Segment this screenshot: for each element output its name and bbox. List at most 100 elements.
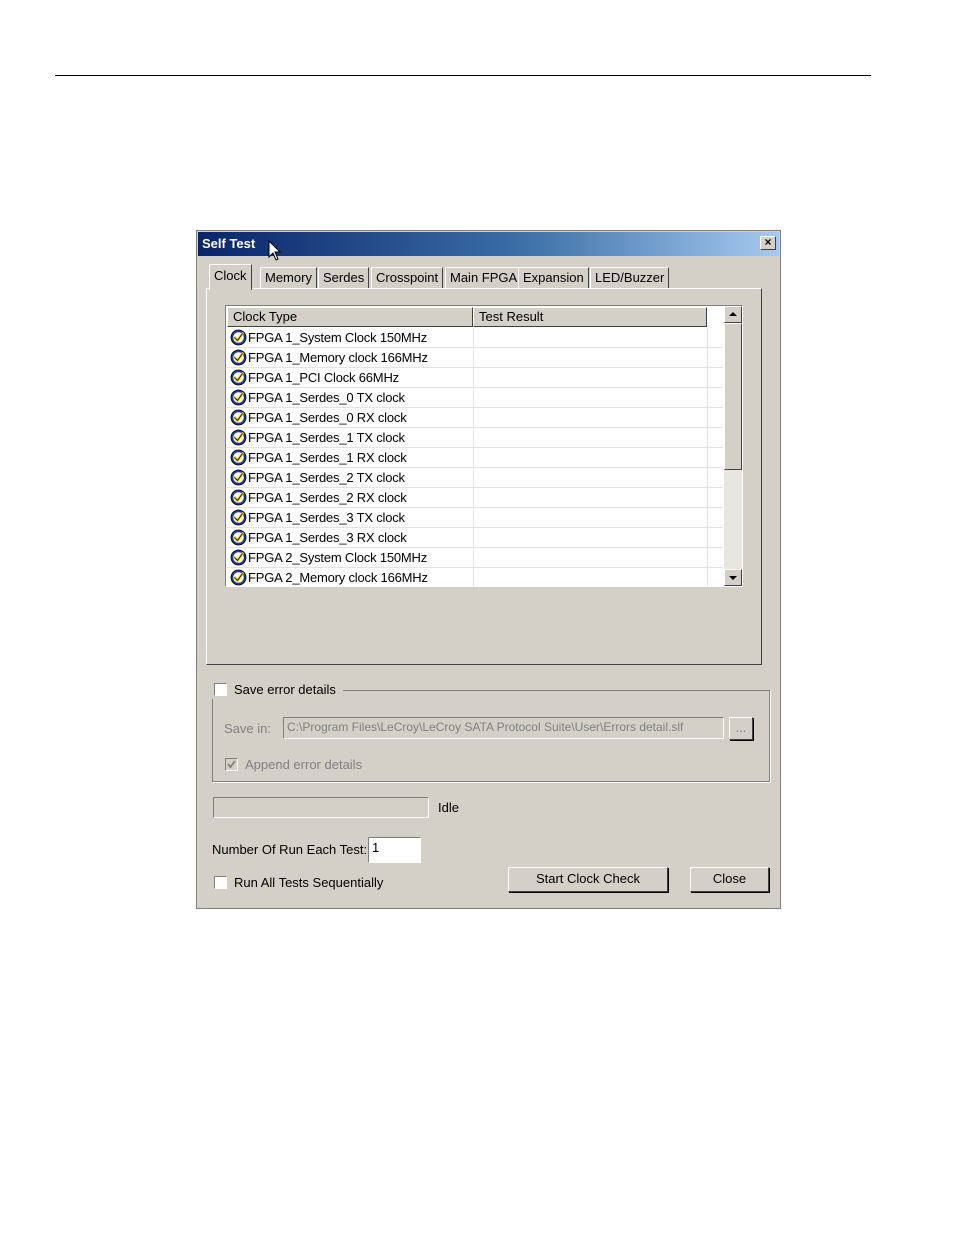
list-item[interactable]: FPGA 1_PCI Clock 66MHz	[227, 368, 723, 388]
tab-led-buzzer[interactable]: LED/Buzzer	[590, 267, 670, 289]
clock-type-label: FPGA 2_System Clock 150MHz	[248, 550, 428, 565]
start-clock-check-button[interactable]: Start Clock Check	[508, 867, 668, 892]
check-badge-icon	[230, 549, 247, 566]
check-badge-icon	[230, 509, 247, 526]
tab-crosspoint[interactable]: Crosspoint	[371, 267, 444, 289]
browse-button[interactable]: ...	[729, 717, 753, 740]
clock-type-cell: FPGA 1_Serdes_3 TX clock	[227, 508, 474, 527]
check-badge-icon	[230, 409, 247, 426]
clock-type-cell: FPGA 1_Serdes_0 RX clock	[227, 408, 474, 427]
check-badge-icon	[230, 469, 247, 486]
clock-type-label: FPGA 1_Serdes_1 RX clock	[248, 450, 407, 465]
mouse-cursor-icon	[268, 240, 282, 261]
check-badge-icon	[230, 369, 247, 386]
list-item[interactable]: FPGA 1_Serdes_0 TX clock	[227, 388, 723, 408]
list-item[interactable]: FPGA 1_Memory clock 166MHz	[227, 348, 723, 368]
list-rows: FPGA 1_System Clock 150MHz FPGA 1_Memory …	[227, 328, 723, 586]
clock-type-cell: FPGA 1_Serdes_1 RX clock	[227, 448, 474, 467]
check-badge-icon	[230, 329, 247, 346]
list-item[interactable]: FPGA 1_Serdes_1 RX clock	[227, 448, 723, 468]
run-count-input[interactable]: 1	[368, 837, 421, 863]
check-badge-icon	[230, 449, 247, 466]
list-item[interactable]: FPGA 1_Serdes_3 TX clock	[227, 508, 723, 528]
check-badge-icon	[230, 429, 247, 446]
clock-type-label: FPGA 1_Serdes_3 RX clock	[248, 530, 407, 545]
tab-main-fpga[interactable]: Main FPGA	[445, 267, 523, 289]
test-result-cell	[473, 548, 708, 567]
tab-serdes[interactable]: Serdes	[318, 267, 370, 289]
clock-type-label: FPGA 1_Serdes_2 RX clock	[248, 490, 407, 505]
tab-memory[interactable]: Memory	[260, 267, 317, 289]
run-count-label: Number Of Run Each Test:	[212, 842, 368, 857]
tab-clock[interactable]: Clock	[209, 264, 252, 290]
clock-type-label: FPGA 1_PCI Clock 66MHz	[248, 370, 399, 385]
append-error-details-label: Append error details	[245, 757, 363, 772]
list-item[interactable]: FPGA 1_Serdes_2 TX clock	[227, 468, 723, 488]
test-result-cell	[473, 468, 708, 487]
checkmark-icon	[227, 760, 236, 769]
test-result-cell	[473, 448, 708, 467]
status-text: Idle	[438, 800, 459, 815]
check-badge-icon	[230, 489, 247, 506]
check-badge-icon	[230, 389, 247, 406]
check-badge-icon	[230, 529, 247, 546]
dialog-title: Self Test	[202, 236, 256, 251]
close-icon[interactable]: ×	[760, 236, 776, 250]
clock-type-cell: FPGA 2_System Clock 150MHz	[227, 548, 474, 567]
save-error-details-checkbox[interactable]	[214, 683, 227, 696]
test-result-cell	[473, 348, 708, 367]
list-item[interactable]: FPGA 2_Memory clock 166MHz	[227, 568, 723, 586]
clock-type-label: FPGA 1_System Clock 150MHz	[248, 330, 428, 345]
list-item[interactable]: FPGA 1_Serdes_3 RX clock	[227, 528, 723, 548]
clock-list[interactable]: Clock Type Test Result FPGA 1_System Clo…	[225, 305, 743, 587]
title-bar[interactable]: Self Test ×	[198, 232, 779, 261]
clock-type-cell: FPGA 1_PCI Clock 66MHz	[227, 368, 474, 387]
check-badge-icon	[230, 349, 247, 366]
clock-type-cell: FPGA 2_Memory clock 166MHz	[227, 568, 474, 586]
test-result-cell	[473, 368, 708, 387]
test-result-cell	[473, 508, 708, 527]
clock-type-label: FPGA 1_Serdes_2 TX clock	[248, 470, 405, 485]
append-error-details-checkbox[interactable]	[225, 758, 238, 771]
clock-type-label: FPGA 1_Serdes_3 TX clock	[248, 510, 405, 525]
run-all-sequentially-checkbox[interactable]	[214, 876, 227, 889]
column-header-clock-type[interactable]: Clock Type	[227, 307, 473, 327]
list-item[interactable]: FPGA 1_Serdes_1 TX clock	[227, 428, 723, 448]
check-badge-icon	[230, 569, 247, 586]
list-item[interactable]: FPGA 1_Serdes_2 RX clock	[227, 488, 723, 508]
clock-type-label: FPGA 2_Memory clock 166MHz	[248, 570, 428, 585]
close-button[interactable]: Close	[690, 867, 769, 892]
clock-type-cell: FPGA 1_Serdes_2 RX clock	[227, 488, 474, 507]
tab-expansion[interactable]: Expansion	[518, 267, 589, 289]
page-header-rule	[55, 75, 871, 76]
run-all-sequentially-label: Run All Tests Sequentially	[234, 875, 384, 890]
clock-type-cell: FPGA 1_Serdes_0 TX clock	[227, 388, 474, 407]
test-result-cell	[473, 528, 708, 547]
clock-type-cell: FPGA 1_System Clock 150MHz	[227, 328, 474, 347]
column-header-test-result[interactable]: Test Result	[473, 307, 707, 327]
clock-type-label: FPGA 1_Serdes_1 TX clock	[248, 430, 405, 445]
list-item[interactable]: FPGA 1_System Clock 150MHz	[227, 328, 723, 348]
self-test-dialog: Self Test × Clock Memory Serdes Crosspoi…	[196, 230, 781, 909]
save-error-details-label: Save error details	[234, 682, 336, 697]
test-result-cell	[473, 428, 708, 447]
clock-type-cell: FPGA 1_Serdes_2 TX clock	[227, 468, 474, 487]
clock-type-label: FPGA 1_Memory clock 166MHz	[248, 350, 428, 365]
list-scrollbar[interactable]	[724, 306, 742, 586]
scroll-up-button[interactable]	[724, 306, 742, 323]
test-result-cell	[473, 328, 708, 347]
test-result-cell	[473, 408, 708, 427]
scroll-down-button[interactable]	[724, 569, 742, 586]
test-result-cell	[473, 388, 708, 407]
list-header: Clock Type Test Result	[227, 307, 707, 327]
list-item[interactable]: FPGA 1_Serdes_0 RX clock	[227, 408, 723, 428]
clock-type-label: FPGA 1_Serdes_0 TX clock	[248, 390, 405, 405]
scroll-thumb[interactable]	[724, 323, 742, 470]
scroll-up-arrow-icon	[729, 312, 737, 316]
test-result-cell	[473, 488, 708, 507]
save-in-label: Save in:	[224, 721, 271, 736]
clock-type-cell: FPGA 1_Serdes_1 TX clock	[227, 428, 474, 447]
save-path-field[interactable]: C:\Program Files\LeCroy\LeCroy SATA Prot…	[283, 717, 724, 739]
list-item[interactable]: FPGA 2_System Clock 150MHz	[227, 548, 723, 568]
clock-type-cell: FPGA 1_Serdes_3 RX clock	[227, 528, 474, 547]
